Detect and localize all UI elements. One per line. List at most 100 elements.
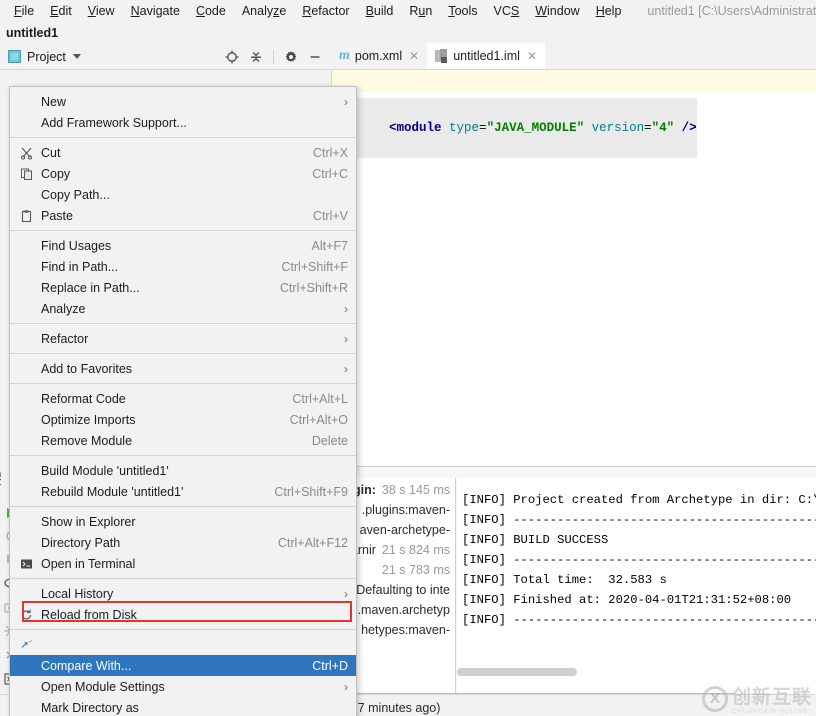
menu-view[interactable]: View: [80, 1, 123, 21]
console-line: [INFO] ---------------------------------…: [462, 553, 816, 567]
console-line: [INFO] ---------------------------------…: [462, 513, 816, 527]
menu-item-shortcut: Ctrl+Alt+L: [292, 391, 348, 406]
menu-item-local-history[interactable]: Local History ›: [10, 583, 356, 604]
menu-item-reformat-code[interactable]: Reformat Code Ctrl+Alt+L: [10, 388, 356, 409]
tree-row-label: .maven.archetyp: [357, 603, 450, 617]
menu-item-label: Open Module Settings: [41, 679, 165, 694]
copy-icon: [19, 166, 34, 181]
menu-item-shortcut: Ctrl+Alt+O: [289, 412, 348, 427]
console-line: [INFO] Finished at: 2020-04-01T21:31:52+…: [462, 593, 792, 607]
menu-item-label: Open in Terminal: [41, 556, 136, 571]
close-icon[interactable]: ✕: [409, 49, 419, 63]
menu-item-label: Add to Favorites: [41, 361, 133, 376]
menu-build[interactable]: Build: [358, 1, 402, 21]
code-token: />: [674, 121, 697, 135]
menu-item-remove-module[interactable]: Remove Module Delete: [10, 430, 356, 451]
menu-tools[interactable]: Tools: [440, 1, 485, 21]
menu-help[interactable]: Help: [588, 1, 630, 21]
collapse-all-icon[interactable]: [249, 50, 263, 64]
code-token: type: [449, 121, 480, 135]
menu-item-mark-directory-as[interactable]: Open Module Settings ›: [10, 676, 356, 697]
console-line: [INFO] ---------------------------------…: [462, 613, 816, 627]
menu-item-find-usages[interactable]: Find Usages Alt+F7: [10, 235, 356, 256]
menu-item-directory-path[interactable]: Directory Path Ctrl+Alt+F12: [10, 532, 356, 553]
watermark-subtitle: CHUANGXIN HULIAN: [731, 709, 808, 715]
horizontal-scrollbar[interactable]: [457, 668, 577, 676]
module-icon: [435, 49, 448, 63]
menu-separator: [10, 323, 356, 324]
menu-item-find-in-path[interactable]: Find in Path... Ctrl+Shift+F: [10, 256, 356, 277]
menu-item-open-in-terminal[interactable]: Open in Terminal: [10, 553, 356, 574]
menu-item-shortcut: Alt+F7: [311, 238, 348, 253]
menu-item-refactor[interactable]: Refactor ›: [10, 328, 356, 349]
menu-separator: [10, 137, 356, 138]
menu-item-shortcut: Ctrl+Shift+F9: [274, 484, 348, 499]
menu-window[interactable]: Window: [527, 1, 587, 21]
main-menu-bar: File Edit View Navigate Code Analyze Ref…: [0, 0, 816, 22]
menu-item-label: Replace in Path...: [41, 280, 140, 295]
menu-item-shortcut: Ctrl+Shift+F: [281, 259, 348, 274]
menu-item-build-module[interactable]: Build Module 'untitled1': [10, 460, 356, 481]
menu-item-optimize-imports[interactable]: Optimize Imports Ctrl+Alt+O: [10, 409, 356, 430]
chevron-right-icon: ›: [344, 586, 348, 601]
code-editor[interactable]: <?xml version="1.0" encoding="UTF-8"?> <…: [331, 70, 816, 466]
menu-item-remove-bom[interactable]: Mark Directory as: [10, 697, 356, 716]
editor-tab-strip: m pom.xml ✕ untitled1.iml ✕: [331, 43, 816, 70]
menu-item-new[interactable]: New ›: [10, 91, 356, 112]
menu-navigate[interactable]: Navigate: [123, 1, 188, 21]
menu-item-analyze[interactable]: Analyze ›: [10, 298, 356, 319]
menu-item-label: Build Module 'untitled1': [41, 463, 169, 478]
chevron-right-icon: ›: [344, 331, 348, 346]
menu-item-label: Optimize Imports: [41, 412, 136, 427]
menu-refactor[interactable]: Refactor: [294, 1, 357, 21]
code-token: version: [591, 121, 645, 135]
code-line-2: <module type="JAVA_MODULE" version="4" /…: [344, 98, 697, 158]
menu-item-shortcut: Ctrl+D: [312, 658, 348, 673]
menu-item-reload-from-disk[interactable]: Reload from Disk: [10, 604, 356, 625]
menu-edit[interactable]: Edit: [42, 1, 80, 21]
menu-code[interactable]: Code: [188, 1, 234, 21]
tree-row-label: aven-archetype-: [359, 523, 450, 537]
menu-item-paste[interactable]: Paste Ctrl+V: [10, 205, 356, 226]
menu-separator: [10, 455, 356, 456]
menu-item-open-module-settings[interactable]: Compare With... Ctrl+D: [10, 655, 356, 676]
menu-item-cut[interactable]: Cut Ctrl+X: [10, 142, 356, 163]
menu-item-rebuild-module[interactable]: Rebuild Module 'untitled1' Ctrl+Shift+F9: [10, 481, 356, 502]
locate-icon[interactable]: [225, 50, 239, 64]
menu-item-label: Paste: [41, 208, 73, 223]
editor-tab-iml[interactable]: untitled1.iml ✕: [427, 43, 545, 69]
menu-item-shortcut: Ctrl+C: [312, 166, 348, 181]
hide-icon[interactable]: [308, 50, 322, 64]
chevron-right-icon: ›: [344, 679, 348, 694]
menu-run[interactable]: Run: [401, 1, 440, 21]
code-token: <module: [389, 121, 450, 135]
menu-item-label: Find in Path...: [41, 259, 119, 274]
menu-item-copy-path[interactable]: Copy Path...: [10, 184, 356, 205]
tree-row-duration: 21 s 824 ms: [381, 543, 450, 557]
maven-console-output[interactable]: [INFO] Project created from Archetype in…: [457, 478, 816, 693]
menu-analyze[interactable]: Analyze: [234, 1, 294, 21]
menu-item-replace-in-path[interactable]: Replace in Path... Ctrl+Shift+R: [10, 277, 356, 298]
editor-tab-label: untitled1.iml: [453, 49, 520, 63]
chevron-down-icon[interactable]: [72, 54, 81, 59]
status-divider: [345, 693, 735, 694]
chevron-right-icon: ›: [344, 361, 348, 376]
gear-icon[interactable]: [284, 50, 298, 64]
menu-item-label: Find Usages: [41, 238, 112, 253]
close-icon[interactable]: ✕: [527, 49, 537, 63]
menu-item-add-framework-support[interactable]: Add Framework Support...: [10, 112, 356, 133]
chevron-right-icon: ›: [344, 94, 348, 109]
menu-vcs[interactable]: VCS: [486, 1, 528, 21]
menu-item-label: Local History: [41, 586, 114, 601]
editor-tab-pom[interactable]: m pom.xml ✕: [331, 43, 427, 69]
menu-item-copy[interactable]: Copy Ctrl+C: [10, 163, 356, 184]
code-token: =: [479, 121, 487, 135]
menu-item-label: Copy: [41, 166, 71, 181]
context-menu[interactable]: New › Add Framework Support... Cut Ctrl+…: [9, 86, 357, 716]
menu-item-compare-with[interactable]: [10, 634, 356, 655]
menu-item-label: Rebuild Module 'untitled1': [41, 484, 184, 499]
menu-item-label: Show in Explorer: [41, 514, 136, 529]
menu-file[interactable]: File: [6, 1, 42, 21]
menu-item-show-in-explorer[interactable]: Show in Explorer: [10, 511, 356, 532]
menu-item-add-to-favorites[interactable]: Add to Favorites ›: [10, 358, 356, 379]
